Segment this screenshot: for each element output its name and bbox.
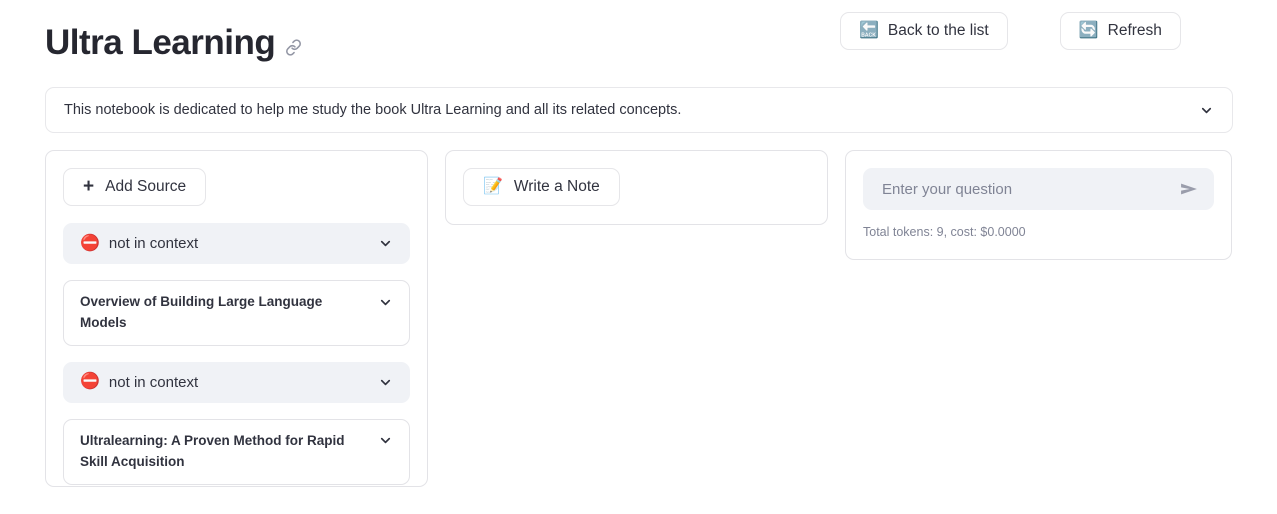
no-entry-emoji: ⛔ [80, 373, 100, 391]
chat-panel: Total tokens: 9, cost: $0.0000 [845, 150, 1232, 260]
token-usage-text: Total tokens: 9, cost: $0.0000 [863, 225, 1026, 239]
refresh-emoji: 🔄 [1078, 22, 1099, 40]
source-list: ⛔ not in context Overview of Building La… [63, 223, 410, 485]
back-to-list-label: Back to the list [887, 22, 989, 39]
chevron-down-icon[interactable] [1198, 102, 1214, 118]
source-document-row[interactable]: Ultralearning: A Proven Method for Rapid… [63, 418, 410, 485]
refresh-button[interactable]: 🔄 Refresh [1059, 12, 1181, 51]
back-arrow-emoji: 🔙 [859, 22, 879, 40]
add-source-button[interactable]: + Add Source [63, 168, 207, 206]
plus-icon: + [83, 175, 95, 197]
source-status-label: not in context [108, 235, 199, 252]
chevron-down-icon[interactable] [377, 294, 393, 310]
back-to-list-button[interactable]: 🔙 Back to the list [840, 12, 1008, 51]
send-icon[interactable] [1179, 179, 1199, 199]
sources-panel: + Add Source ⛔ not in context Overview o… [45, 150, 428, 487]
description-text: This notebook is dedicated to help me st… [64, 102, 682, 118]
source-document-row[interactable]: Overview of Building Large Language Mode… [63, 280, 410, 346]
page-title: Ultra Learning [45, 23, 276, 62]
chevron-down-icon[interactable] [377, 374, 393, 390]
add-source-label: Add Source [105, 178, 187, 195]
app-root: Ultra Learning 🔙 Back to the list 🔄 Refr… [0, 0, 1277, 514]
title-wrap: Ultra Learning [45, 23, 302, 63]
memo-emoji: 📝 [483, 178, 503, 195]
description-expander[interactable]: This notebook is dedicated to help me st… [45, 87, 1233, 133]
notes-panel: 📝 Write a Note [445, 150, 828, 225]
sources-panel-inner: + Add Source ⛔ not in context Overview o… [46, 151, 427, 502]
question-input-wrap[interactable] [863, 168, 1214, 210]
no-entry-emoji: ⛔ [80, 234, 100, 252]
source-document-label: Overview of Building Large Language Mode… [80, 294, 323, 330]
source-status-row[interactable]: ⛔ not in context [63, 361, 410, 403]
header-buttons: 🔙 Back to the list 🔄 Refresh [840, 12, 1181, 51]
page-header: Ultra Learning 🔙 Back to the list 🔄 Refr… [0, 0, 1277, 80]
chat-panel-inner: Total tokens: 9, cost: $0.0000 [846, 151, 1231, 256]
notes-panel-inner: 📝 Write a Note [446, 151, 827, 223]
chevron-down-icon[interactable] [377, 433, 393, 449]
write-note-label: Write a Note [513, 178, 600, 195]
source-document-label: Ultralearning: A Proven Method for Rapid… [80, 432, 345, 469]
source-status-row[interactable]: ⛔ not in context [63, 223, 410, 264]
link-icon[interactable] [285, 39, 302, 56]
write-note-button[interactable]: 📝 Write a Note [463, 168, 620, 206]
question-input[interactable] [880, 179, 1179, 199]
refresh-label: Refresh [1107, 22, 1162, 39]
chevron-down-icon[interactable] [377, 236, 393, 252]
source-status-label: not in context [108, 373, 199, 391]
